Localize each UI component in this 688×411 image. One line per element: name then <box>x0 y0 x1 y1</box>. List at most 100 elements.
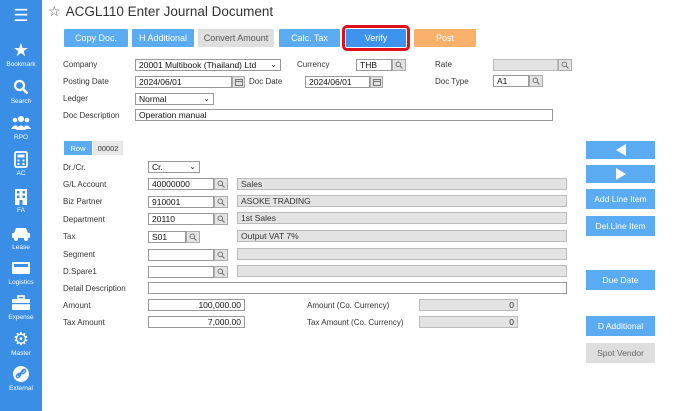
hamburger-menu-icon[interactable]: ☰ <box>0 0 42 30</box>
chevron-down-icon: ⌄ <box>203 94 210 103</box>
gl-account-label: G/L Account <box>63 180 107 189</box>
rate-input[interactable] <box>493 59 558 71</box>
gl-account-lookup-search-icon[interactable] <box>214 178 228 190</box>
gl-account-input[interactable]: 40000000 <box>148 178 214 190</box>
tax-amount-co-currency-label: Tax Amount (Co. Currency) <box>307 318 404 327</box>
doc-description-label: Doc Description <box>63 111 120 120</box>
briefcase-icon <box>10 293 32 313</box>
sidebar-item-ac[interactable]: AC <box>0 149 42 185</box>
sidebar-item-label: FA <box>17 207 25 214</box>
drcr-label: Dr./Cr. <box>63 163 86 172</box>
verify-button[interactable]: Verify <box>342 25 410 51</box>
sidebar-item-label: Expense <box>8 314 34 321</box>
spot-vendor-button[interactable]: Spot Vendor <box>586 343 655 363</box>
tax-amount-label: Tax Amount <box>63 318 105 327</box>
doc-type-input[interactable]: A1 <box>493 75 529 87</box>
sidebar-item-label: Search <box>10 98 32 105</box>
tax-amount-co-currency-input: 0 <box>419 316 518 328</box>
currency-input[interactable]: THB <box>356 59 392 71</box>
dspare1-input[interactable] <box>148 266 214 278</box>
department-lookup-search-icon[interactable] <box>214 213 228 225</box>
d-additional-button[interactable]: D Additional <box>586 316 655 336</box>
page-title: ACGL110 Enter Journal Document <box>65 3 274 19</box>
department-label: Department <box>63 215 105 224</box>
sidebar-item-label: Bookmark <box>6 61 36 68</box>
calendar-icon[interactable] <box>232 76 245 88</box>
sidebar: ☰ ★ Bookmark Search RPO AC FA Lease Logi… <box>0 0 42 411</box>
sidebar-item-expense[interactable]: Expense <box>0 293 42 329</box>
detail-description-input[interactable] <box>148 282 567 294</box>
gl-account-name: Sales <box>237 178 567 190</box>
sidebar-item-rpo[interactable]: RPO <box>0 113 42 149</box>
ledger-value: Normal <box>139 94 167 104</box>
dspare1-label: D.Spare1 <box>63 267 97 276</box>
convert-amount-button[interactable]: Convert Amount <box>198 29 274 47</box>
tax-lookup-search-icon[interactable] <box>186 231 200 243</box>
copy-doc-button[interactable]: Copy Doc. <box>64 29 128 47</box>
dspare1-lookup-search-icon[interactable] <box>214 266 228 278</box>
arrow-left-icon <box>615 144 626 156</box>
biz-partner-input[interactable]: 910001 <box>148 196 214 208</box>
row-tab[interactable]: Row <box>64 141 92 155</box>
ledger-select[interactable]: Normal ⌄ <box>135 93 214 105</box>
search-icon <box>10 77 32 97</box>
next-row-button[interactable] <box>586 165 655 183</box>
amount-co-currency-input: 0 <box>419 299 518 311</box>
sidebar-item-master[interactable]: ⚙ Master <box>0 329 42 365</box>
department-input[interactable]: 20110 <box>148 213 214 225</box>
users-icon <box>10 113 32 133</box>
amount-label: Amount <box>63 301 91 310</box>
biz-partner-lookup-search-icon[interactable] <box>214 196 228 208</box>
segment-lookup-search-icon[interactable] <box>214 249 228 261</box>
sidebar-item-search[interactable]: Search <box>0 77 42 113</box>
doc-date-input[interactable]: 2024/06/01 <box>305 76 370 88</box>
sidebar-item-label: AC <box>16 170 26 177</box>
arrow-right-icon <box>615 168 626 180</box>
page-title-bar: ☆ ACGL110 Enter Journal Document <box>48 2 273 20</box>
rate-lookup-search-icon[interactable] <box>558 59 572 71</box>
amount-co-currency-label: Amount (Co. Currency) <box>307 301 390 310</box>
calc-tax-button[interactable]: Calc. Tax <box>279 29 340 47</box>
star-icon: ★ <box>12 40 30 60</box>
drcr-select[interactable]: Cr. ⌄ <box>148 161 200 173</box>
doc-type-label: Doc Type <box>435 77 469 86</box>
chevron-down-icon: ⌄ <box>189 162 196 171</box>
company-select[interactable]: 20001 Multibook (Thailand) Ltd ⌄ <box>135 59 281 71</box>
doc-description-input[interactable]: Operation manual <box>135 109 553 121</box>
doc-type-lookup-search-icon[interactable] <box>529 75 543 87</box>
sidebar-item-label: External <box>9 385 33 392</box>
post-button[interactable]: Post <box>414 29 476 47</box>
company-label: Company <box>63 60 98 69</box>
add-line-item-button[interactable]: Add Line Item <box>586 189 655 209</box>
tax-label: Tax <box>63 232 76 241</box>
tax-name: Output VAT 7% <box>237 230 567 242</box>
tax-amount-input[interactable]: 7,000.00 <box>148 316 245 328</box>
segment-input[interactable] <box>148 249 214 261</box>
sidebar-item-label: Lease <box>12 244 30 251</box>
del-line-item-button[interactable]: Del.Line Item <box>586 216 655 236</box>
row-number-tab[interactable]: 00002 <box>93 141 123 155</box>
company-value: 20001 Multibook (Thailand) Ltd <box>139 60 257 70</box>
rate-label: Rate <box>435 60 452 69</box>
bookmark-star-icon[interactable]: ☆ <box>48 4 61 18</box>
detail-description-label: Detail Description <box>63 284 126 293</box>
sidebar-item-fa[interactable]: FA <box>0 186 42 222</box>
dspare1-name <box>237 265 567 277</box>
posting-date-input[interactable]: 2024/06/01 <box>135 76 232 88</box>
calendar-icon[interactable] <box>370 76 383 88</box>
sidebar-item-lease[interactable]: Lease <box>0 223 42 259</box>
sidebar-item-logistics[interactable]: Logistics <box>0 258 42 294</box>
sidebar-item-external[interactable]: External <box>0 364 42 400</box>
segment-name <box>237 248 567 260</box>
due-date-button[interactable]: Due Date <box>586 270 655 290</box>
amount-input[interactable]: 100,000.00 <box>148 299 245 311</box>
sidebar-item-label: Master <box>11 350 31 357</box>
sidebar-item-label: Logistics <box>8 279 34 286</box>
h-additional-button[interactable]: H Additional <box>132 29 194 47</box>
sidebar-item-bookmark[interactable]: ★ Bookmark <box>0 40 42 76</box>
tax-input[interactable]: S01 <box>148 231 186 243</box>
car-icon <box>10 223 32 243</box>
currency-lookup-search-icon[interactable] <box>392 59 406 71</box>
previous-row-button[interactable] <box>586 141 655 159</box>
link-icon <box>10 364 32 384</box>
